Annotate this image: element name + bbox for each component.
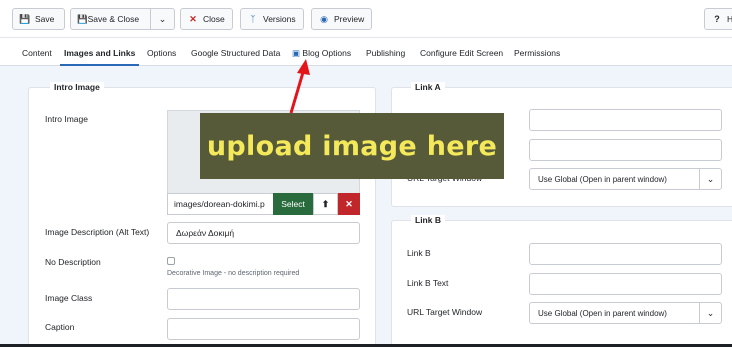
branch-icon: ᛉ [250, 14, 256, 24]
tab-publishing[interactable]: Publishing [366, 38, 405, 66]
select-image-button[interactable]: Select [273, 193, 313, 215]
close-button[interactable]: ✕ Close [180, 8, 233, 30]
versions-button[interactable]: ᛉ Versions [240, 8, 304, 30]
upload-icon: ⬆ [321, 198, 330, 209]
no-description-label: No Description [45, 257, 101, 267]
close-icon: ✕ [345, 198, 353, 209]
link-a-url-target-value: Use Global (Open in parent window) [538, 174, 667, 184]
save-button-label: Save [35, 14, 55, 24]
save-icon: 💾 [77, 13, 88, 24]
no-description-checkbox[interactable] [167, 257, 175, 265]
tab-configure-edit-screen[interactable]: Configure Edit Screen [420, 38, 503, 66]
tab-bar: Content Images and Links Options Google … [0, 38, 732, 66]
intro-image-label: Intro Image [45, 114, 88, 124]
link-a-url-target-select[interactable]: Use Global (Open in parent window) ⌄ [529, 168, 722, 190]
annotation-arrow [289, 59, 310, 114]
question-icon: ? [714, 14, 720, 24]
close-icon: ✕ [189, 13, 197, 24]
tab-content[interactable]: Content [22, 38, 52, 66]
save-options-dropdown[interactable]: ⌄ [151, 9, 174, 29]
link-b-label: Link B [407, 248, 431, 258]
link-b-input[interactable] [529, 243, 722, 265]
link-a-text-input[interactable] [529, 139, 722, 161]
image-description-label: Image Description (Alt Text) [45, 227, 150, 237]
toolbar: 💾 Save 💾 Save & Close ⌄ ✕ Close ᛉ Versio… [0, 0, 732, 38]
save-button[interactable]: 💾 Save [12, 8, 65, 30]
save-close-split-button: 💾 Save & Close ⌄ [70, 8, 175, 30]
chevron-down-icon: ⌄ [158, 13, 167, 24]
link-b-text-label: Link B Text [407, 278, 449, 288]
image-description-input[interactable]: Δωρεάν Δοκιμή [167, 222, 360, 244]
annotation-callout: upload image here [200, 113, 504, 179]
eye-icon: ◉ [320, 13, 328, 24]
media-field: images/dorean-dokimi.p Select ⬆ ✕ [167, 193, 360, 215]
preview-button-label: Preview [334, 14, 365, 24]
link-a-legend: Link A [411, 82, 445, 92]
tab-permissions[interactable]: Permissions [514, 38, 560, 66]
image-class-label: Image Class [45, 293, 93, 303]
chevron-down-icon: ⌄ [699, 169, 721, 189]
save-icon: 💾 [19, 13, 31, 24]
annotation-callout-text: upload image here [206, 130, 498, 162]
link-a-url-input[interactable] [529, 109, 722, 131]
link-b-legend: Link B [411, 215, 445, 225]
link-b-url-target-label: URL Target Window [407, 307, 483, 317]
no-description-help: Decorative Image - no description requir… [167, 270, 300, 277]
tab-google-structured-data[interactable]: Google Structured Data [191, 38, 280, 66]
caption-label: Caption [45, 322, 75, 332]
link-b-url-target-value: Use Global (Open in parent window) [538, 308, 667, 318]
image-path-input[interactable]: images/dorean-dokimi.p [167, 193, 273, 215]
versions-button-label: Versions [263, 14, 296, 24]
link-b-url-target-select[interactable]: Use Global (Open in parent window) ⌄ [529, 302, 722, 324]
clear-image-button[interactable]: ✕ [338, 193, 360, 215]
caption-input[interactable] [167, 318, 360, 340]
link-b-text-input[interactable] [529, 273, 722, 295]
image-class-input[interactable] [167, 288, 360, 310]
chevron-down-icon: ⌄ [699, 303, 721, 323]
intro-image-legend: Intro Image [50, 82, 104, 92]
tab-images-and-links[interactable]: Images and Links [60, 38, 139, 66]
preview-button[interactable]: ◉ Preview [311, 8, 372, 30]
help-button[interactable]: ? H [704, 8, 732, 30]
tab-options[interactable]: Options [147, 38, 176, 66]
save-close-button[interactable]: 💾 Save & Close [71, 9, 151, 29]
save-close-label: Save & Close [87, 14, 140, 24]
upload-button[interactable]: ⬆ [313, 193, 338, 215]
help-button-label: H [727, 14, 732, 24]
close-button-label: Close [203, 14, 225, 24]
